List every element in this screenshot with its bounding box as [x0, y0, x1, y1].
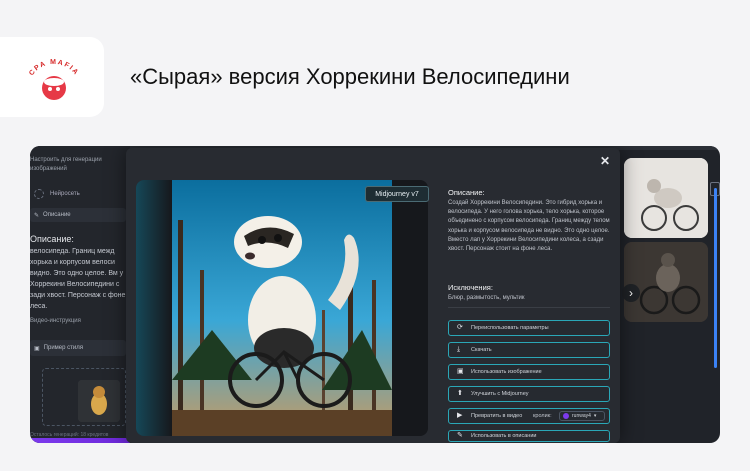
video-icon: ▶	[457, 412, 463, 419]
generate-button-strip[interactable]	[30, 438, 130, 443]
left-settings-panel: Настроить для генерации изображений Нейр…	[30, 146, 130, 443]
tab-description-label: Описание	[43, 212, 71, 218]
exclusions-heading: Исключения:	[448, 283, 493, 292]
video-model-select[interactable]: runway4 ▾	[559, 411, 605, 421]
video-model-value: runway4	[572, 413, 591, 419]
upscale-midjourney-label: Улучшить с Midjourney	[471, 391, 529, 397]
download-label: Скачать	[471, 347, 492, 353]
model-dot-icon	[563, 413, 569, 419]
example-thumbnail	[78, 380, 120, 422]
generated-image	[172, 180, 392, 436]
next-arrow-button[interactable]: ›	[622, 284, 640, 302]
video-instruction-link[interactable]: Видео-инструкция	[30, 318, 81, 324]
generated-image-frame	[136, 180, 428, 436]
image-detail-modal: ✕ Midjourney v7 Описание: Создай Хорреки…	[126, 148, 717, 443]
arrow-up-icon: ⬆	[457, 390, 463, 397]
video-sub-label: кролик:	[533, 413, 552, 419]
svg-text:CPA MAFIA: CPA MAFIA	[28, 59, 80, 77]
scrollbar[interactable]	[714, 188, 717, 368]
refresh-icon: ⟳	[457, 324, 463, 331]
edit-icon: ✎	[457, 432, 463, 439]
description-textarea[interactable]: велосипеда. Границ межд хорька и корпусо…	[30, 246, 126, 312]
description-text: Создай Хоррекини Велосипедини. Это гибри…	[448, 200, 610, 253]
page-title: «Сырая» версия Хоррекини Велосипедини	[130, 64, 570, 89]
style-example-toggle[interactable]: ▣ Пример стиля	[30, 340, 126, 356]
gallery-thumbnail[interactable]	[624, 242, 708, 322]
prompt-settings-title: Настроить для генерации изображений	[30, 157, 102, 172]
upscale-midjourney-button[interactable]: ⬆ Улучшить с Midjourney	[448, 386, 610, 402]
description-block: Описание: Создай Хоррекини Велосипедини.…	[448, 188, 612, 254]
exclusions-text: Блюр, размытость, мультик	[448, 295, 525, 301]
reuse-parameters-label: Переиспользовать параметры	[471, 325, 549, 331]
description-title: Описание:	[30, 234, 74, 244]
use-in-description-label: Использовать в описании	[471, 433, 537, 439]
neural-network-row[interactable]: Нейросеть	[30, 186, 126, 202]
use-in-description-button[interactable]: ✎ Использовать в описании	[448, 430, 610, 442]
download-icon: ⤓	[457, 346, 461, 353]
make-video-label: Превратить в видео	[471, 413, 523, 419]
cpa-mafia-logo: CPA MAFIA	[28, 59, 80, 100]
make-video-button[interactable]: ▶ Превратить в видео кролик: runway4 ▾	[448, 408, 610, 424]
download-button[interactable]: ⤓ Скачать	[448, 342, 610, 358]
style-example-label: Пример стиля	[43, 345, 83, 351]
use-image-label: Использовать изображение	[471, 369, 542, 375]
image-icon: ▣	[457, 368, 464, 375]
close-icon[interactable]: ✕	[600, 154, 610, 168]
screenshot-panel: Настроить для генерации изображений Нейр…	[30, 146, 720, 443]
neural-network-label: Нейросеть	[50, 191, 80, 197]
reuse-parameters-button[interactable]: ⟳ Переиспользовать параметры	[448, 320, 610, 336]
image-glow	[136, 180, 172, 436]
exclusions-block: Исключения: Блюр, размытость, мультик	[448, 283, 612, 303]
model-badge: Midjourney v7	[365, 186, 429, 202]
sun-icon	[34, 189, 44, 199]
chevron-down-icon: ▾	[593, 413, 597, 419]
tab-description[interactable]: ✎ Описание	[30, 208, 126, 222]
divider	[448, 307, 610, 308]
gallery-thumbnail[interactable]	[624, 158, 708, 238]
description-heading: Описание:	[448, 188, 485, 197]
use-image-button[interactable]: ▣ Использовать изображение	[448, 364, 610, 380]
image-icon: ▣	[34, 345, 40, 352]
edit-icon: ✎	[34, 212, 40, 219]
